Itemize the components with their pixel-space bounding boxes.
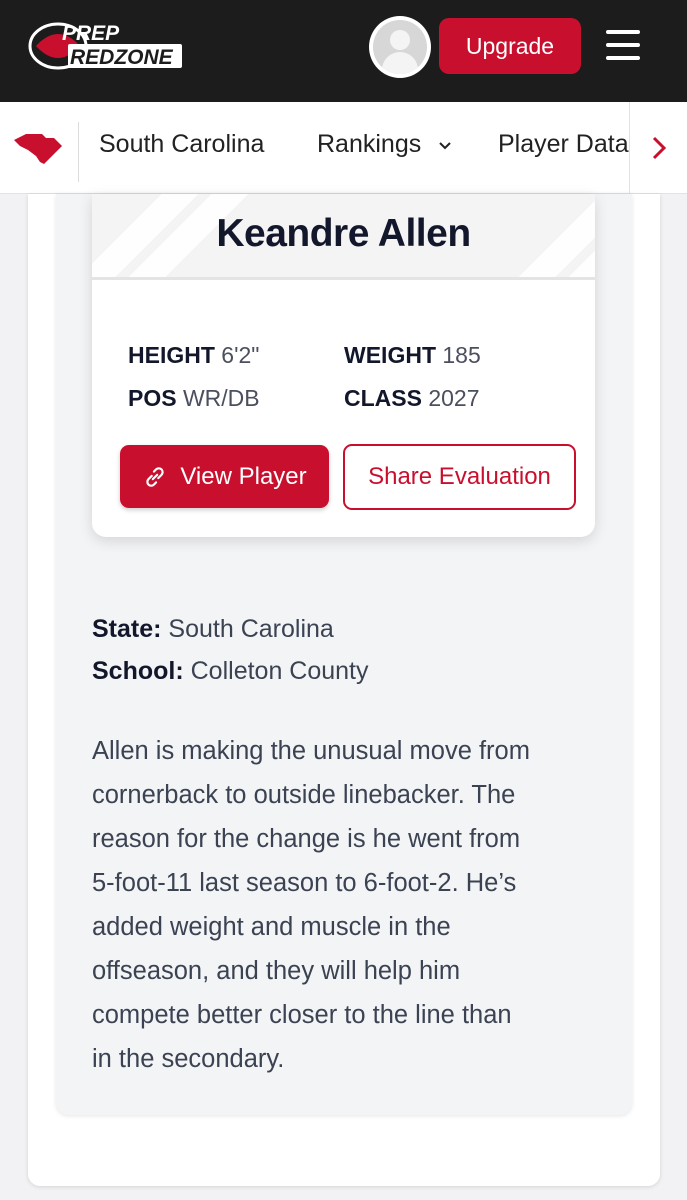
player-class: CLASS 2027 xyxy=(344,385,480,411)
nav-divider xyxy=(78,122,79,182)
evaluation-text: Allen is making the unusual move from co… xyxy=(92,737,530,1073)
state-detail: State: South Carolina xyxy=(92,615,334,643)
logo-graphic: PREP REDZONE xyxy=(28,22,182,70)
logo-line1: PREP xyxy=(62,22,120,45)
logo-line2: REDZONE xyxy=(70,46,174,69)
view-player-label: View Player xyxy=(180,462,307,490)
hamburger-menu-icon[interactable] xyxy=(606,30,640,60)
nav-item-south-carolina[interactable]: South Carolina xyxy=(99,130,264,159)
player-height: HEIGHT 6'2" xyxy=(128,342,260,368)
nav-item-player-data[interactable]: Player Data xyxy=(498,130,629,159)
school-detail: School: Colleton County xyxy=(92,657,369,685)
share-evaluation-button[interactable]: Share Evaluation xyxy=(343,444,576,510)
player-card: Keandre Allen HEIGHT 6'2" WEIGHT 185 POS… xyxy=(92,194,595,537)
user-avatar[interactable] xyxy=(369,16,431,78)
prep-redzone-logo[interactable]: PREP REDZONE xyxy=(28,20,184,72)
chevron-down-icon xyxy=(439,142,451,150)
player-position: POS WR/DB xyxy=(128,385,260,411)
nav-scroll-right[interactable] xyxy=(629,102,687,193)
upgrade-button[interactable]: Upgrade xyxy=(439,18,581,74)
player-weight: WEIGHT 185 xyxy=(344,342,481,368)
player-name: Keandre Allen xyxy=(216,212,471,255)
avatar-placeholder-icon xyxy=(373,20,427,74)
top-header: PREP REDZONE Upgrade xyxy=(0,0,687,102)
view-player-button[interactable]: View Player xyxy=(120,445,329,508)
player-card-header: Keandre Allen xyxy=(92,194,595,280)
link-icon xyxy=(146,466,165,487)
south-carolina-state-icon[interactable] xyxy=(12,128,64,168)
nav-item-rankings[interactable]: Rankings xyxy=(317,130,452,159)
nav-item-rankings-label: Rankings xyxy=(317,130,422,158)
state-value: South Carolina xyxy=(168,615,334,643)
school-value: Colleton County xyxy=(190,657,369,685)
chevron-right-icon xyxy=(652,136,666,160)
state-nav-bar: South Carolina Rankings Player Data xyxy=(0,102,687,194)
